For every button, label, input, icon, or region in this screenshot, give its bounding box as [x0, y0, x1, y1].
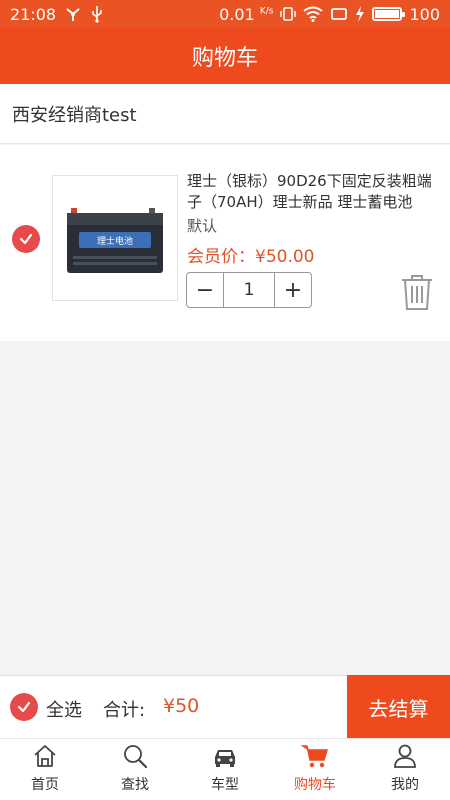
vibrate-icon: [280, 7, 297, 21]
share-icon: [66, 8, 80, 21]
user-icon: [394, 744, 416, 768]
quantity-stepper: − 1 +: [186, 272, 312, 308]
decrease-button[interactable]: −: [187, 273, 223, 307]
battery-icon: [372, 7, 406, 21]
status-bar: 21:08 0.01 K/s 100: [0, 0, 450, 28]
item-checkbox[interactable]: [12, 225, 40, 253]
checkmark-icon: [17, 701, 31, 713]
tab-car-model[interactable]: 车型: [180, 739, 270, 800]
tab-label: 我的: [391, 777, 419, 793]
total-label: 合计:: [103, 700, 146, 721]
select-all-checkbox[interactable]: [10, 693, 38, 721]
svg-text:理士电池: 理士电池: [97, 235, 133, 247]
search-icon: [124, 745, 148, 769]
trash-icon[interactable]: [400, 273, 434, 311]
checkout-button[interactable]: 去结算: [347, 675, 450, 739]
car-icon: [215, 750, 235, 767]
home-icon: [34, 745, 56, 767]
total-value: ¥50: [163, 695, 200, 717]
wifi-icon: [303, 6, 324, 22]
status-right: 0.01 K/s 100: [219, 5, 440, 24]
status-left: 21:08: [10, 5, 104, 24]
network-speed: 0.01 K/s: [219, 4, 274, 24]
bottom-tab-bar: 首页 查找 车型 购物车 我的: [0, 738, 450, 800]
charging-icon: [356, 6, 365, 22]
increase-button[interactable]: +: [275, 273, 311, 307]
battery-product-image: 理士电池: [67, 208, 163, 273]
checkout-bar: 全选 合计: ¥50 去结算: [0, 675, 450, 739]
store-name: 西安经销商test: [12, 104, 137, 126]
usb-icon: [92, 6, 102, 23]
store-row[interactable]: 西安经销商test: [0, 84, 450, 144]
product-spec: 默认: [187, 217, 218, 235]
sim-card-icon: [331, 8, 348, 20]
cart-icon: [301, 745, 329, 768]
tab-label: 购物车: [294, 777, 336, 793]
battery-level: [375, 10, 400, 18]
cart-item: 理士电池 理士（银标）90D26下固定反装粗端子（70AH）理士新品 理士蓄电池…: [0, 145, 450, 341]
tab-home[interactable]: 首页: [0, 739, 90, 800]
tab-search[interactable]: 查找: [90, 739, 180, 800]
product-title[interactable]: 理士（银标）90D26下固定反装粗端子（70AH）理士新品 理士蓄电池: [187, 171, 435, 213]
tab-profile[interactable]: 我的: [360, 739, 450, 800]
tab-cart[interactable]: 购物车: [270, 739, 360, 800]
quantity-value[interactable]: 1: [223, 273, 275, 307]
tab-label: 首页: [31, 777, 59, 793]
page-title: 购物车: [191, 46, 258, 71]
tab-label: 车型: [211, 777, 239, 793]
select-all-label[interactable]: 全选: [46, 696, 82, 722]
product-image[interactable]: 理士电池: [52, 175, 178, 301]
battery-percent: 100: [409, 4, 440, 24]
status-time: 21:08: [10, 4, 57, 24]
tab-label: 查找: [121, 777, 149, 793]
checkmark-icon: [19, 233, 33, 245]
title-bar: 购物车: [0, 28, 450, 84]
product-price: 会员价：¥50.00: [187, 247, 315, 267]
